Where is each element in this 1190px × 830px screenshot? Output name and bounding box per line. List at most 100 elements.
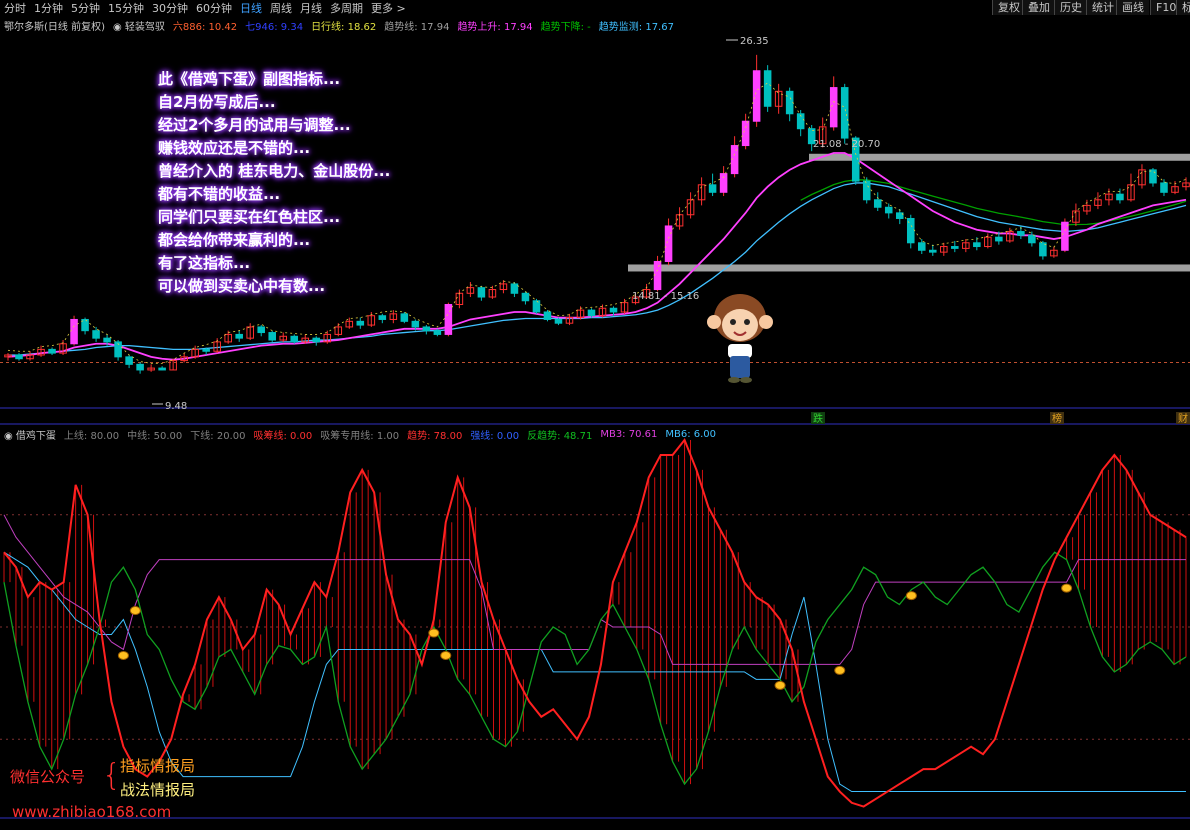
candle-body	[125, 356, 133, 365]
upper-level: 上线: 80.00	[63, 431, 120, 442]
resist-label: 21.08 - 20.70	[813, 139, 880, 150]
high-label: 26.35	[740, 36, 769, 47]
marker-label: 榜	[1052, 412, 1062, 425]
gold-egg-icon	[905, 591, 917, 601]
candle-body	[664, 225, 673, 262]
marker-label: 跌	[813, 412, 823, 425]
mascot-foot-right	[740, 377, 752, 383]
note-line: 同学们只要买在红色柱区...	[158, 208, 341, 226]
candle-body	[840, 87, 849, 139]
candle-body	[1149, 169, 1157, 184]
note-line: 自2月份写成后...	[158, 93, 276, 111]
candle-body	[1028, 234, 1036, 244]
candle-body	[918, 242, 926, 251]
mascot-ear-right	[759, 315, 773, 329]
candle-body	[312, 337, 321, 343]
candle-body	[995, 236, 1003, 242]
absorb2-line: 吸筹专用线: 1.00	[320, 431, 400, 442]
marker-label: 财	[1178, 412, 1188, 425]
sub-indicator-name[interactable]: ◉ 借鸡下蛋	[4, 427, 56, 442]
mascot-overalls	[730, 356, 750, 378]
candle-body	[873, 199, 882, 208]
candle-body	[15, 354, 23, 360]
candle-body	[235, 333, 243, 339]
mb3-value: MB3: 70.61	[600, 429, 658, 440]
candle-body	[741, 120, 750, 147]
candle-body	[973, 242, 981, 248]
candle-body	[884, 206, 893, 214]
candle-body	[752, 70, 761, 122]
brand-line1: 指标情报局	[120, 757, 196, 775]
note-line: 有了这指标...	[158, 254, 251, 272]
sub-indicator-text: 借鸡下蛋	[15, 431, 56, 442]
candle-body	[477, 287, 486, 298]
note-line: 都会给你带来赢利的...	[158, 231, 311, 249]
mb3-line	[3, 514, 1186, 665]
candle-body	[609, 307, 618, 313]
brand-brace: {	[102, 758, 122, 793]
candle-body	[510, 283, 519, 294]
note-line: 此《借鸡下蛋》副图指标...	[158, 70, 341, 88]
brand-line2: 战法情报局	[120, 781, 196, 799]
candle-body	[554, 318, 563, 324]
note-line: 经过2个多月的试用与调整...	[158, 116, 351, 134]
absorb-line: 吸筹线: 0.00	[253, 431, 313, 442]
trend-line-value: 趋势: 78.00	[407, 431, 463, 442]
note-line: 可以做到买卖心中有数...	[158, 277, 326, 295]
mascot-ear-left	[707, 315, 721, 329]
middle-level: 中线: 50.00	[127, 431, 183, 442]
candle-body	[202, 348, 210, 352]
low-label: 9.48	[165, 401, 187, 412]
promo-note: 此《借鸡下蛋》副图指标... 自2月份写成后... 经过2个多月的试用与调整... 赚…	[158, 68, 390, 298]
support-label: 14.81 - 15.16	[632, 291, 699, 302]
candle-body	[48, 348, 56, 354]
candle-body	[356, 320, 365, 326]
lower-level: 下线: 20.00	[190, 431, 246, 442]
candle-body	[1116, 193, 1124, 201]
candle-body	[268, 332, 276, 341]
gold-egg-icon	[117, 650, 129, 660]
candle-body	[951, 246, 959, 249]
candle-body	[422, 326, 431, 332]
candle-body	[521, 292, 530, 302]
candle-body	[70, 318, 78, 345]
mascot-face	[722, 309, 758, 341]
mascot-eye-right	[744, 319, 750, 325]
candle-body	[257, 326, 265, 334]
strong-line: 强线: 0.00	[470, 431, 520, 442]
resistance-band	[809, 153, 1190, 161]
note-line: 都有不错的收益...	[158, 185, 281, 203]
candle-body	[862, 180, 871, 201]
mascot-eye-left	[730, 319, 736, 325]
mb6-value: MB6: 6.00	[665, 429, 717, 440]
wechat-label: 微信公众号	[10, 768, 86, 786]
mascot-foot-left	[728, 377, 740, 383]
candle-body	[543, 311, 552, 320]
candle-body	[92, 330, 100, 339]
green-trend-line	[800, 179, 1187, 226]
candle-body	[653, 260, 662, 291]
note-line: 曾经介入的 桂东电力、金山股份...	[158, 162, 391, 180]
candle-body	[158, 367, 166, 371]
candle-body	[708, 184, 717, 193]
gold-egg-icon	[774, 680, 786, 690]
candle-body	[103, 337, 111, 343]
reverse-trend-line	[3, 551, 1187, 786]
sub-header: ◉ 借鸡下蛋 上线: 80.00 中线: 50.00 下线: 20.00 吸筹线…	[4, 427, 716, 442]
note-line: 赚钱效应还是不错的...	[158, 139, 311, 157]
candle-body	[763, 70, 772, 107]
candle-body	[290, 335, 299, 343]
candle-body	[136, 363, 144, 371]
mascot-shirt	[728, 344, 752, 358]
candle-body	[433, 330, 442, 335]
gold-egg-icon	[1061, 583, 1073, 593]
candle-body	[1017, 231, 1025, 236]
candle-body	[444, 304, 453, 335]
trend-line-sub	[3, 438, 1187, 808]
candle-body	[532, 300, 541, 313]
candle-body	[400, 313, 409, 322]
candle-body	[378, 315, 387, 320]
candle-body	[587, 309, 596, 317]
gold-egg-icon	[428, 628, 440, 638]
brand-url[interactable]: www.zhibiao168.com	[12, 803, 171, 821]
